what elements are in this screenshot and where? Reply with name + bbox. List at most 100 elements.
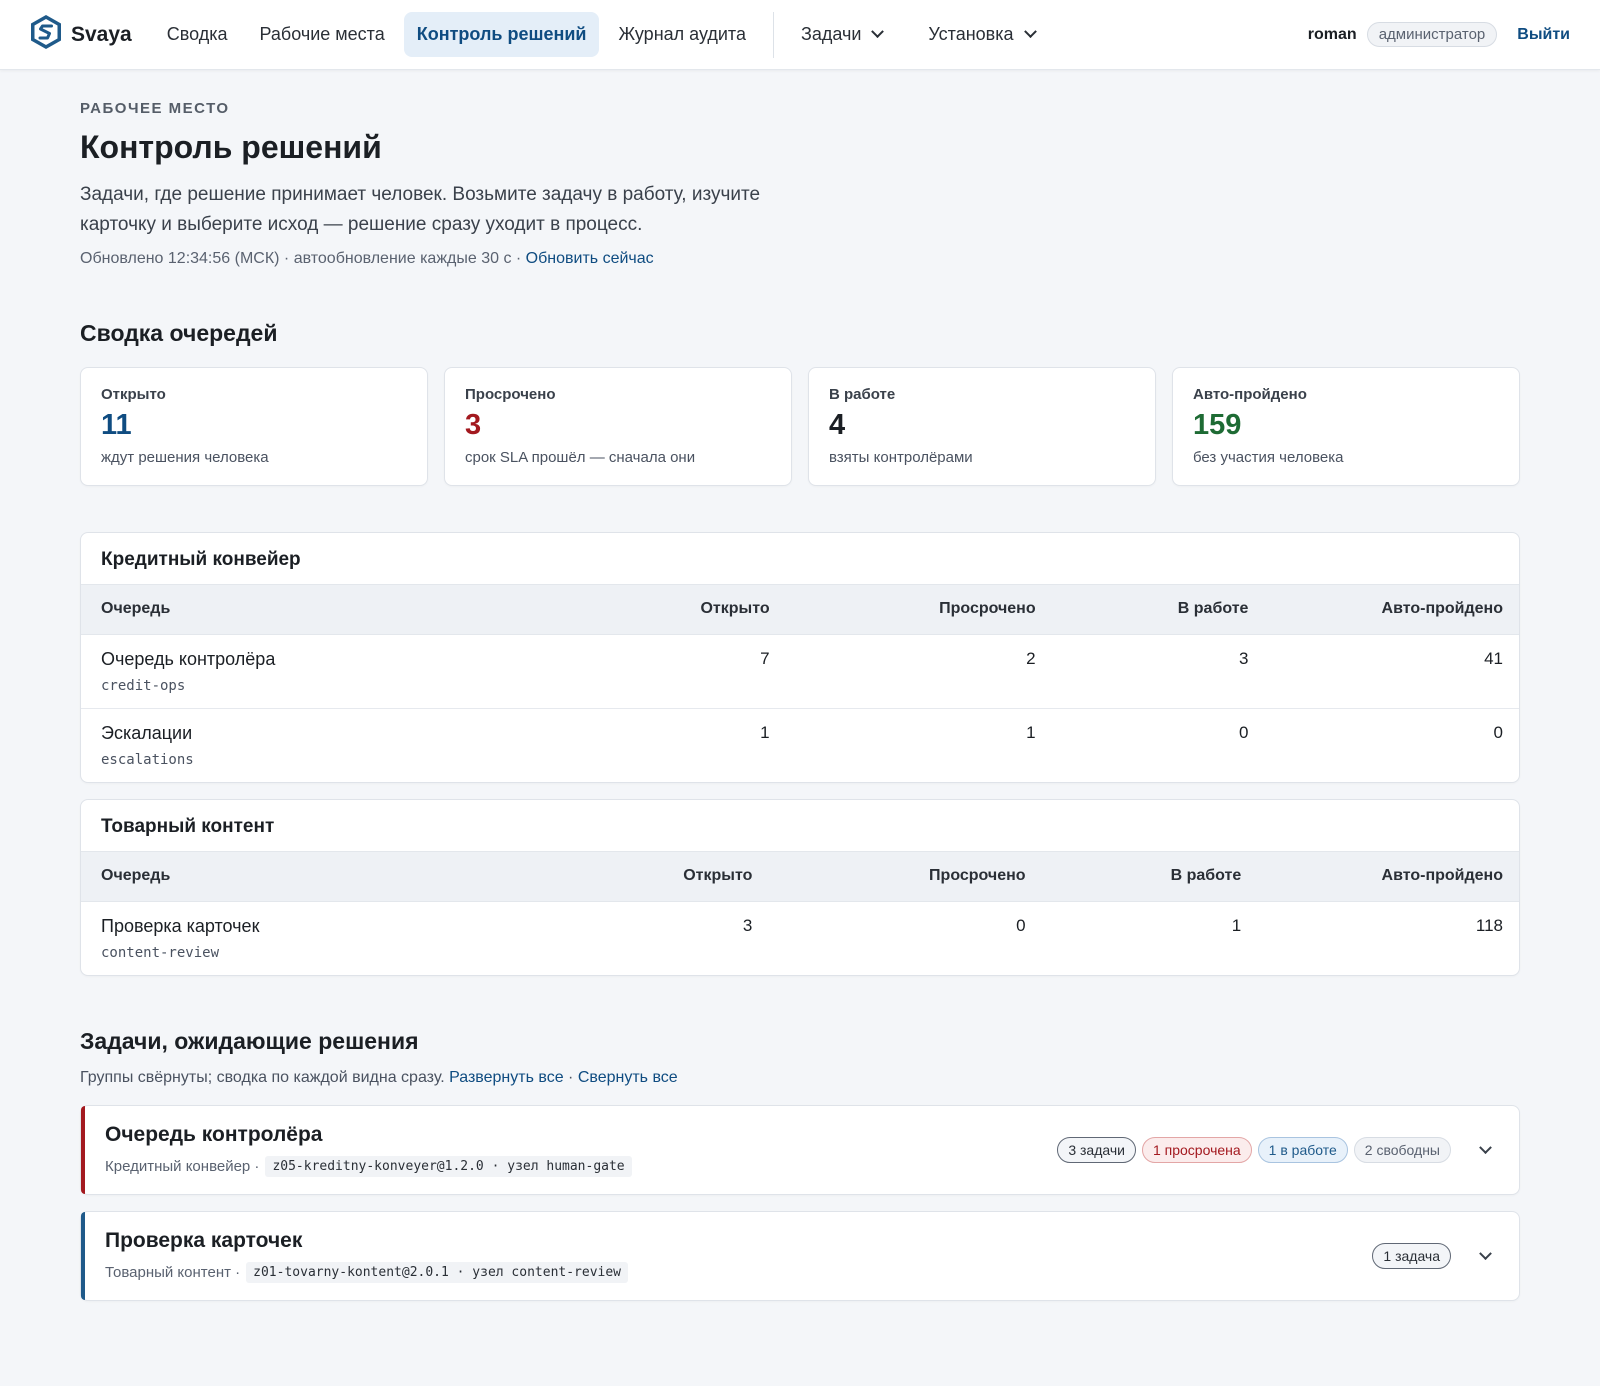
queue-cell: Очередь контролёра credit-ops [81, 634, 599, 709]
update-status-text: Обновлено 12:34:56 (МСК) · автообновлени… [80, 250, 522, 267]
stat-label: Авто-пройдено [1193, 386, 1307, 403]
dropdown-nav: Задачи Установка [788, 12, 1048, 57]
table-row[interactable]: Эскалации escalations 1 1 0 0 [81, 709, 1519, 783]
in-work-count: 1 [1231, 916, 1242, 935]
queue-code: content-review [101, 945, 220, 961]
task-group-badges: 3 задачи 1 просрочена 1 в работе 2 свобо… [1057, 1135, 1497, 1165]
chevron-down-icon [1023, 25, 1037, 39]
logout-button[interactable]: Выйти [1517, 26, 1570, 44]
column-header: Открыто [598, 584, 786, 635]
pending-hint: Группы свёрнуты; сводка по каждой видна … [80, 1069, 1520, 1087]
task-group-credit-ops[interactable]: Очередь контролёра Кредитный конвейер · … [80, 1105, 1520, 1195]
task-group-title: Очередь контролёра [105, 1123, 323, 1146]
task-group-pipeline: Товарный контент · [105, 1264, 241, 1281]
queue-table: Очередь Открыто Просрочено В работе Авто… [81, 851, 1519, 975]
task-group-content-review[interactable]: Проверка карточек Товарный контент · z01… [80, 1211, 1520, 1301]
in-work-count: 3 [1051, 634, 1265, 709]
task-count-badge: 3 задачи [1057, 1137, 1136, 1163]
refresh-now-link[interactable]: Обновить сейчас [526, 250, 654, 267]
queue-table-title: Кредитный конвейер [101, 549, 301, 570]
column-header: В работе [1041, 851, 1258, 902]
update-status: Обновлено 12:34:56 (МСК) · автообновлени… [80, 250, 1520, 268]
chevron-down-icon [1478, 1246, 1492, 1260]
table-row[interactable]: Очередь контролёра credit-ops 7 2 3 41 [81, 634, 1519, 709]
page-eyebrow: РАБОЧЕЕ МЕСТО [80, 100, 230, 117]
table-row[interactable]: Проверка карточек content-review 3 0 1 1… [81, 902, 1519, 976]
queue-table-content: Товарный контент Очередь Открыто Просроч… [80, 799, 1520, 976]
column-header: Просрочено [785, 584, 1052, 635]
stat-caption: срок SLA прошёл — сначала они [465, 449, 696, 466]
queue-name: Проверка карточек [101, 916, 260, 936]
queue-cell: Проверка карточек content-review [81, 902, 599, 976]
nav-menu-tasks[interactable]: Задачи [788, 12, 895, 57]
queue-table-credit: Кредитный конвейер Очередь Открыто Проср… [80, 532, 1520, 783]
column-header: Очередь [81, 851, 599, 902]
in-work-count: 0 [1238, 723, 1249, 742]
overdue-count: 1 [1026, 723, 1036, 742]
chevron-down-icon [871, 25, 885, 39]
stat-caption: без участия человека [1193, 449, 1344, 466]
task-group-meta: Товарный контент · z01-tovarny-kontent@2… [105, 1262, 629, 1283]
stat-value: 3 [465, 409, 482, 441]
role-badge: администратор [1366, 22, 1498, 47]
auto-passed-count: 118 [1475, 916, 1503, 935]
collapse-all-link[interactable]: Свернуть все [578, 1069, 678, 1086]
in-work-badge: 1 в работе [1257, 1137, 1348, 1163]
username: roman [1307, 25, 1357, 43]
queue-table-title: Товарный контент [101, 816, 275, 837]
expand-group-button[interactable] [1467, 1241, 1497, 1271]
stat-value: 11 [101, 409, 132, 441]
queue-table: Очередь Открыто Просрочено В работе Авто… [81, 584, 1519, 782]
main-nav: Сводка Рабочие места Контроль решений Жу… [154, 12, 759, 57]
brand-name: Svaya [71, 22, 132, 46]
queue-code: credit-ops [101, 678, 186, 694]
stat-card-auto-passed: Авто-пройдено 159 без участия человека [1172, 367, 1520, 486]
chevron-down-icon [1478, 1140, 1492, 1154]
overdue-badge: 1 просрочена [1141, 1137, 1252, 1163]
nav-menu-tasks-label: Задачи [800, 24, 862, 44]
nav-divider [772, 11, 774, 58]
queue-code: escalations [101, 752, 194, 768]
task-group-process-code: z05-kreditny-konveyer@1.2.0 · узел human… [265, 1156, 632, 1177]
table-header-row: Очередь Открыто Просрочено В работе Авто… [81, 851, 1519, 902]
separator: · [568, 1069, 578, 1086]
stat-cards: Открыто 11 ждут решения человека Просроч… [80, 367, 1520, 486]
stat-label: Просрочено [465, 386, 556, 403]
task-group-badges: 1 задача [1372, 1241, 1497, 1271]
nav-menu-setup-label: Установка [928, 24, 1014, 44]
column-header: Просрочено [768, 851, 1042, 902]
expand-group-button[interactable] [1467, 1135, 1497, 1165]
nav-menu-setup[interactable]: Установка [915, 12, 1047, 57]
nav-item-audit-log[interactable]: Журнал аудита [605, 12, 759, 57]
stat-label: В работе [829, 386, 896, 403]
open-count: 1 [760, 723, 770, 742]
auto-passed-count: 0 [1493, 723, 1503, 742]
queue-cell: Эскалации escalations [81, 709, 599, 783]
stat-card-overdue: Просрочено 3 срок SLA прошёл — сначала о… [444, 367, 792, 486]
task-group-title: Проверка карточек [105, 1229, 303, 1252]
open-count: 7 [598, 634, 786, 709]
task-group-process-code: z01-tovarny-kontent@2.0.1 · узел content… [246, 1262, 629, 1283]
expand-all-link[interactable]: Развернуть все [449, 1069, 563, 1086]
brand[interactable]: Svaya [30, 14, 132, 55]
nav-item-workspaces[interactable]: Рабочие места [247, 12, 398, 57]
column-header: Открыто [598, 851, 769, 902]
overdue-count: 0 [1016, 916, 1026, 935]
task-group-info: Проверка карточек Товарный контент · z01… [105, 1229, 629, 1283]
free-badge: 2 свободны [1353, 1137, 1451, 1163]
nav-item-summary[interactable]: Сводка [154, 12, 241, 57]
auto-passed-count: 41 [1264, 634, 1519, 709]
column-header: Авто-пройдено [1257, 851, 1519, 902]
queue-name: Очередь контролёра [101, 649, 276, 669]
overdue-count: 2 [785, 634, 1052, 709]
top-navigation-bar: Svaya Сводка Рабочие места Контроль реше… [0, 0, 1600, 70]
stat-value: 159 [1193, 409, 1242, 441]
nav-item-decision-control[interactable]: Контроль решений [403, 12, 600, 57]
task-group-info: Очередь контролёра Кредитный конвейер · … [105, 1123, 632, 1177]
stat-value: 4 [829, 409, 846, 441]
stat-caption: взяты контролёрами [829, 449, 973, 466]
column-header: Авто-пройдено [1264, 584, 1519, 635]
task-group-meta: Кредитный конвейер · z05-kreditny-konvey… [105, 1156, 632, 1177]
stat-card-in-work: В работе 4 взяты контролёрами [808, 367, 1156, 486]
main-content: РАБОЧЕЕ МЕСТО Контроль решений Задачи, г… [0, 70, 1600, 1301]
